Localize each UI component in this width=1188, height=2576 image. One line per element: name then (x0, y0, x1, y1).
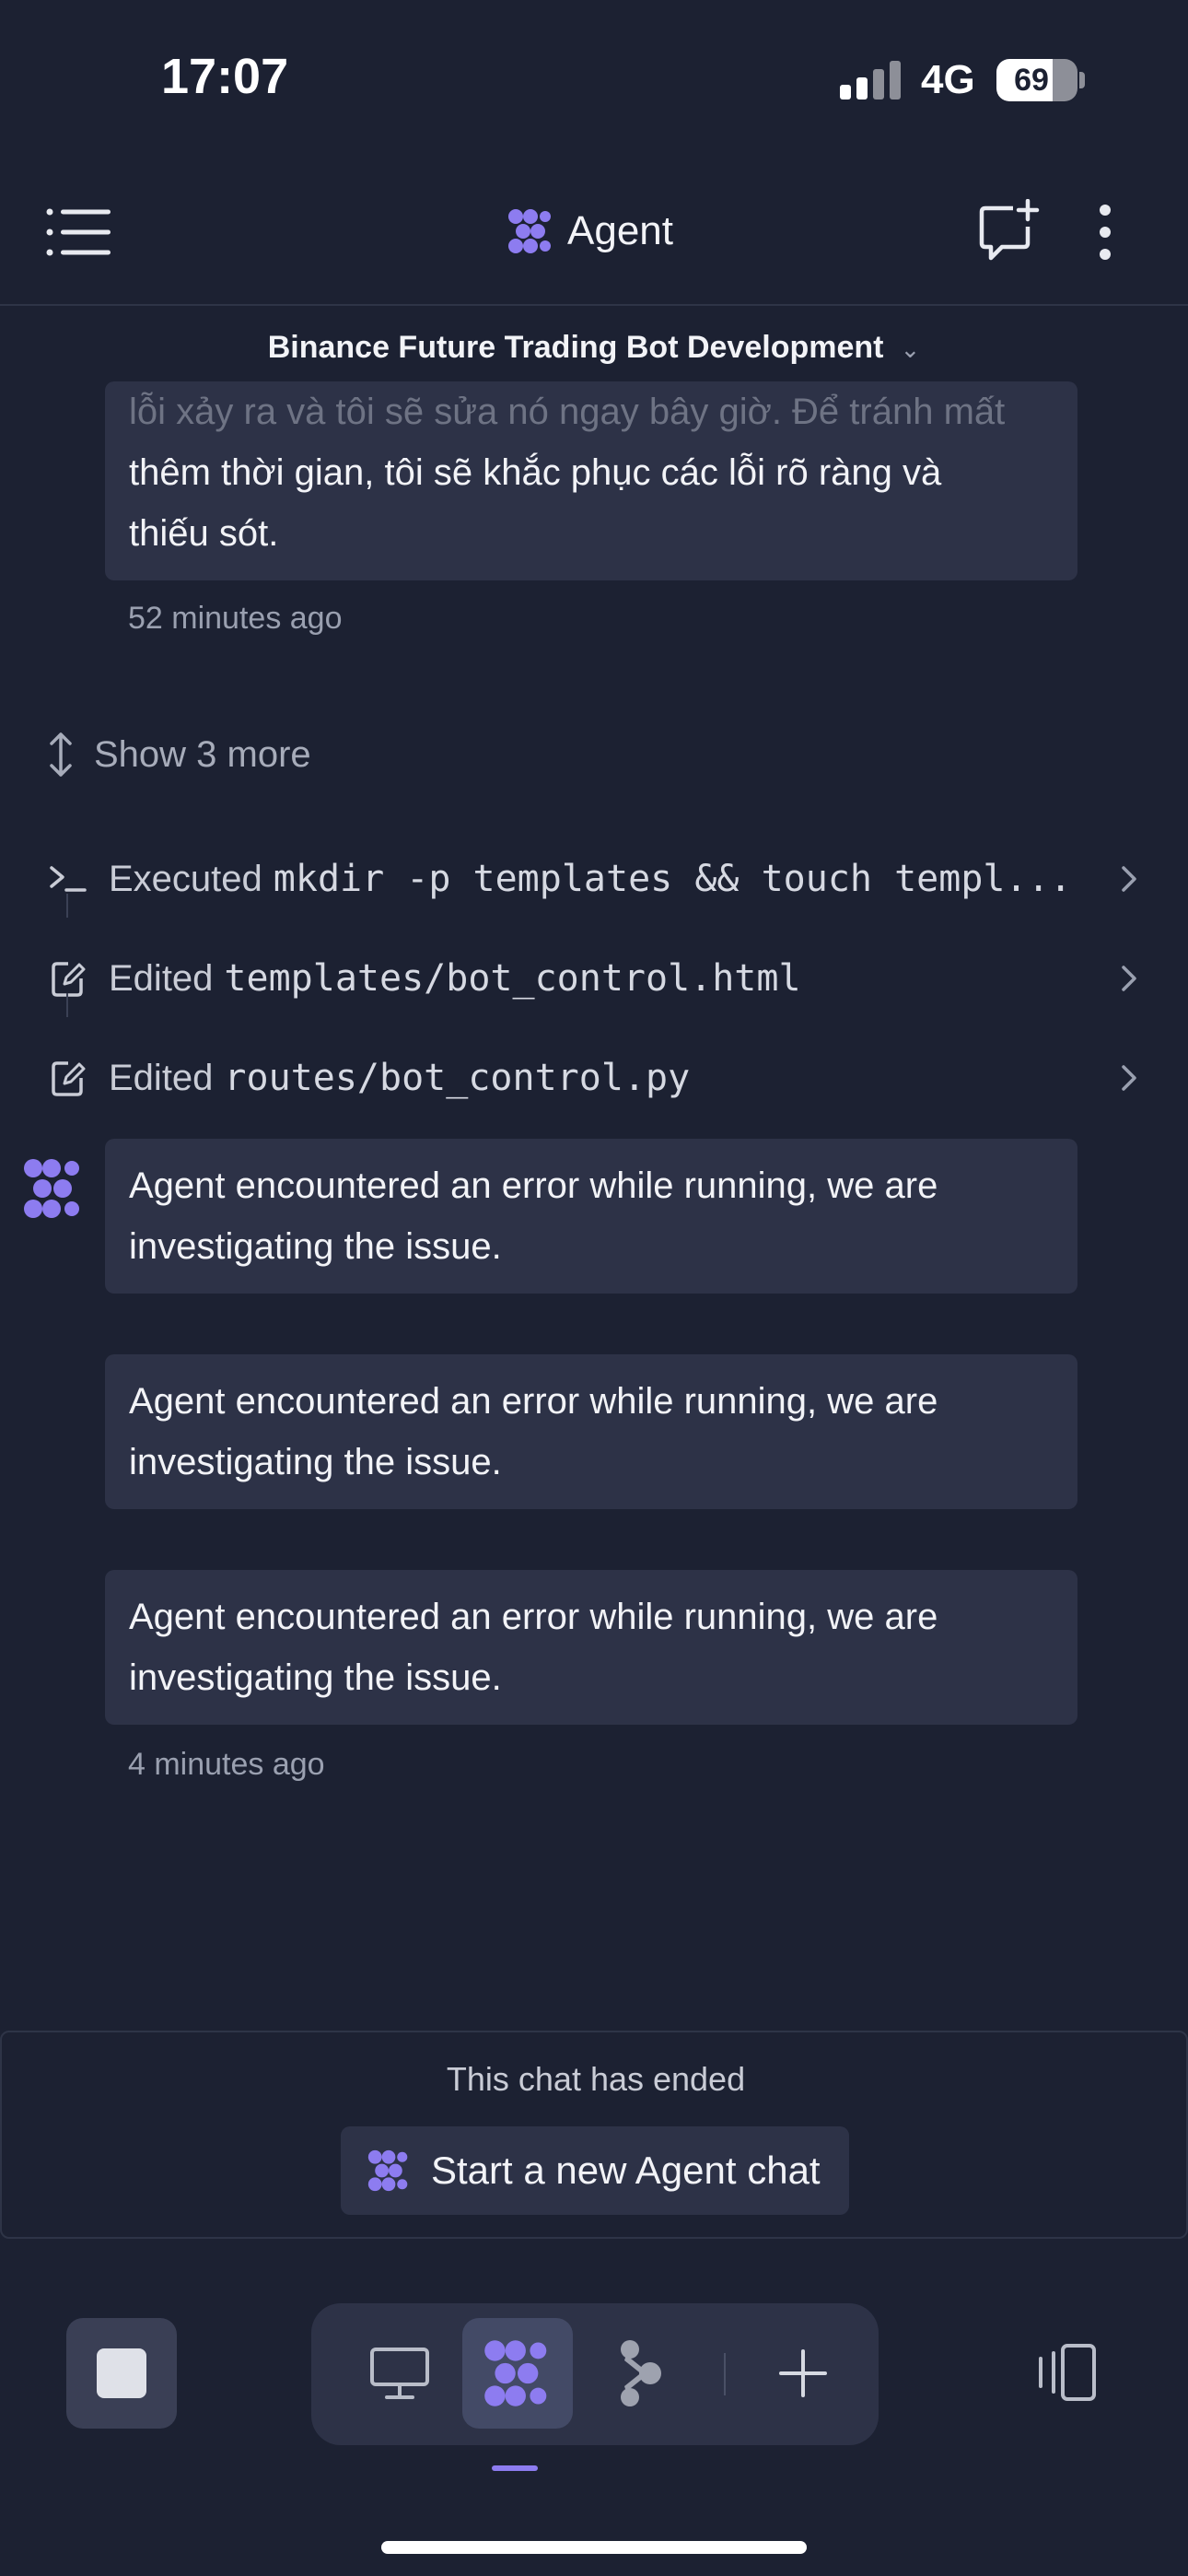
error-message-text: Agent encountered an error while running… (129, 1381, 938, 1482)
chevron-right-icon (1122, 1065, 1136, 1091)
show-more-button[interactable]: Show 3 more (48, 732, 311, 778)
thread-title: Binance Future Trading Bot Development (267, 330, 884, 365)
panels-button[interactable] (1030, 2340, 1103, 2405)
chat-ended-text: This chat has ended (446, 2060, 746, 2098)
message-timestamp: 52 minutes ago (128, 601, 343, 636)
start-new-agent-chat-label: Start a new Agent chat (431, 2149, 821, 2192)
message-timestamp: 4 minutes ago (128, 1747, 325, 1782)
message-line: thiếu sót. (129, 513, 279, 554)
network-type: 4G (921, 57, 975, 102)
expand-vertical-icon (50, 732, 72, 777)
new-chat-icon (979, 198, 1040, 261)
action-target: mkdir -p templates && touch templ... (273, 858, 1072, 900)
error-message-bubble: Agent encountered an error while running… (105, 1570, 1077, 1725)
top-nav: Agent (0, 157, 1188, 306)
chat-area[interactable]: lỗi xảy ra và tôi sẽ sửa nó ngay bây giờ… (0, 308, 1188, 2031)
edit-file-icon (52, 962, 86, 997)
desktop-tool-button[interactable] (344, 2318, 455, 2429)
terminal-icon (50, 866, 87, 892)
chevron-down-icon: ⌄ (900, 335, 921, 363)
status-bar: 17:07 4G 69 (0, 0, 1188, 157)
new-chat-button[interactable] (976, 198, 1041, 263)
branch-tool-button[interactable] (595, 2318, 687, 2429)
agent-logo-icon (508, 209, 551, 253)
thread-title-dropdown[interactable]: Binance Future Trading Bot Development ⌄ (0, 330, 1188, 366)
error-message-bubble: Agent encountered an error while running… (105, 1139, 1077, 1294)
action-target: routes/bot_control.py (224, 1057, 691, 1099)
battery-icon: 69 (996, 59, 1077, 101)
action-verb: Executed (109, 858, 262, 899)
branch-icon (621, 2340, 661, 2406)
menu-button[interactable] (46, 208, 114, 256)
active-tab-indicator (492, 2465, 538, 2471)
agent-title-label: Agent (567, 208, 673, 253)
chevron-right-icon (1122, 966, 1136, 991)
show-more-label: Show 3 more (94, 733, 311, 775)
plus-icon (779, 2349, 827, 2397)
agent-title: Agent (507, 203, 673, 260)
tool-group (311, 2303, 879, 2445)
action-target: templates/bot_control.html (224, 957, 801, 1000)
signal-icon (840, 61, 903, 100)
edit-file-icon (52, 1061, 86, 1096)
status-time: 17:07 (161, 49, 289, 104)
timeline-connector (66, 993, 68, 1017)
error-message-bubble: Agent encountered an error while running… (105, 1354, 1077, 1509)
timeline-connector (66, 894, 68, 918)
panels-icon (1039, 2344, 1096, 2401)
chat-ended-panel: This chat has ended Start a new Agent ch… (0, 2031, 1188, 2239)
action-row-edited[interactable]: Edited routes/bot_control.py (48, 1050, 1153, 1106)
start-new-agent-chat-button[interactable]: Start a new Agent chat (341, 2126, 849, 2215)
battery-level: 69 (1014, 63, 1049, 98)
action-verb: Edited (109, 957, 214, 999)
chevron-right-icon (1122, 866, 1136, 892)
agent-logo-icon (367, 2149, 408, 2192)
more-vert-icon (1100, 205, 1111, 260)
more-options-button[interactable] (1087, 203, 1124, 262)
toolbar-divider (724, 2353, 726, 2395)
stop-button[interactable] (66, 2318, 177, 2429)
error-message-text: Agent encountered an error while running… (129, 1165, 938, 1267)
add-tool-button[interactable] (748, 2318, 858, 2429)
error-message-text: Agent encountered an error while running… (129, 1597, 938, 1698)
message-line: thêm thời gian, tôi sẽ khắc phục các lỗi… (129, 452, 942, 493)
agent-tool-button[interactable] (462, 2318, 573, 2429)
agent-avatar-icon (24, 1159, 79, 1218)
home-indicator (381, 2541, 807, 2554)
action-row-edited[interactable]: Edited templates/bot_control.html (48, 951, 1153, 1006)
message-bubble: lỗi xảy ra và tôi sẽ sửa nó ngay bây giờ… (105, 381, 1077, 580)
stop-icon (97, 2348, 146, 2398)
desktop-icon (370, 2348, 429, 2399)
menu-icon (46, 208, 111, 256)
battery-tip (1079, 72, 1085, 88)
action-row-executed[interactable]: Executed mkdir -p templates && touch tem… (48, 851, 1153, 907)
message-line: lỗi xảy ra và tôi sẽ sửa nó ngay bây giờ… (129, 392, 1006, 432)
action-verb: Edited (109, 1057, 214, 1098)
agent-logo-icon (484, 2340, 547, 2406)
